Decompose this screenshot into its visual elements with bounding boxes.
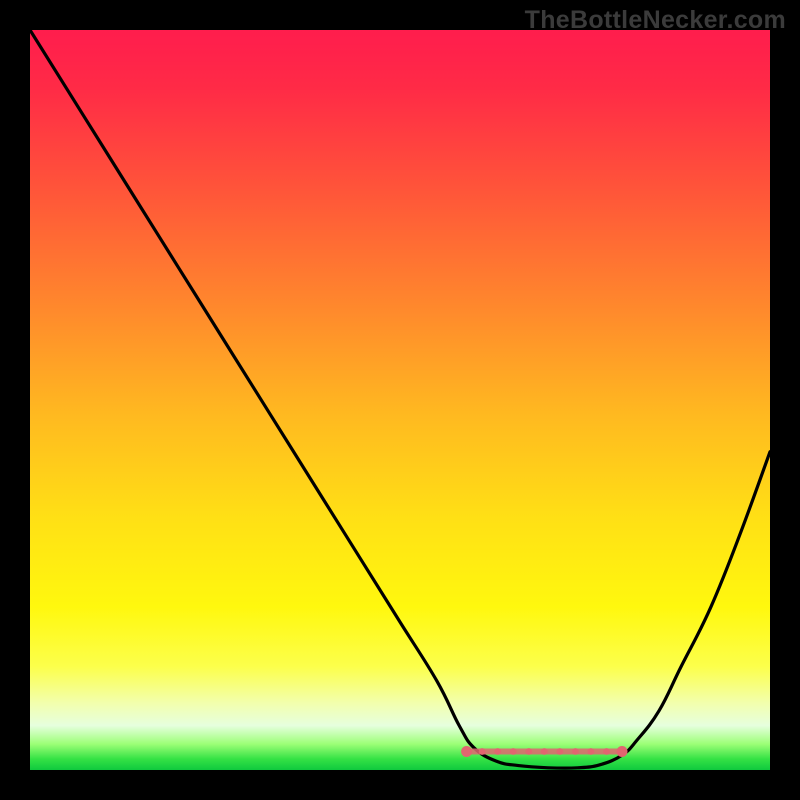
optimal-range-dot [556,748,563,755]
optimal-range-dot [510,748,517,755]
optimal-range-dot [525,748,532,755]
curve-line [30,30,770,768]
bottleneck-curve [30,30,770,770]
optimal-range-dot [603,748,610,755]
optimal-range-dot [617,746,628,757]
optimal-range-dot [588,748,595,755]
optimal-range-dot [494,748,501,755]
chart-plot-area [30,30,770,770]
optimal-range-dot [572,748,579,755]
chart-frame: TheBottleNecker.com [0,0,800,800]
optimal-range-dot [541,748,548,755]
optimal-range-dot [479,748,486,755]
branding-watermark: TheBottleNecker.com [525,6,786,35]
optimal-range-dot [461,746,472,757]
